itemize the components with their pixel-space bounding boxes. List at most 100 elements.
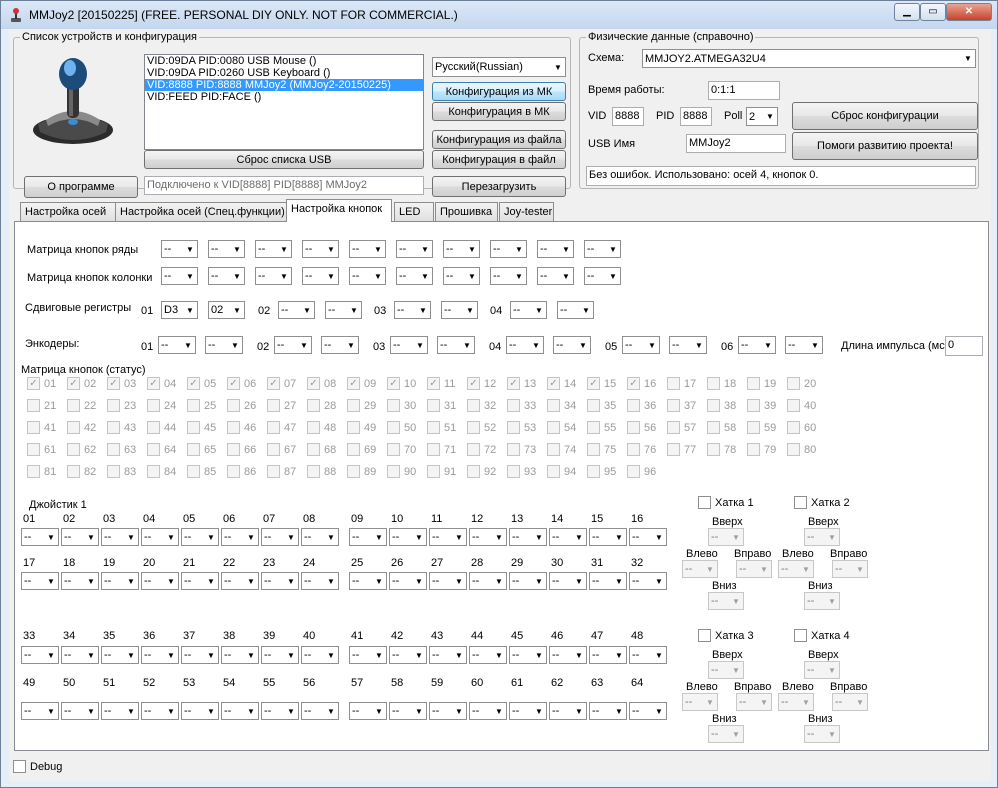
joystick-button-select[interactable]: -- ▼ — [349, 572, 387, 590]
matrix-row-select[interactable]: -- ▼ — [396, 240, 433, 258]
joystick-button-select[interactable]: -- ▼ — [61, 528, 99, 546]
shift-register-select-b[interactable]: 02 ▼ — [208, 301, 245, 319]
joystick-button-select[interactable]: -- ▼ — [429, 528, 467, 546]
joystick-button-select[interactable]: -- ▼ — [301, 528, 339, 546]
device-list[interactable]: VID:09DA PID:0080 USB Mouse () VID:09DA P… — [144, 54, 424, 150]
hat-4-checkbox[interactable]: Хатка 4 — [794, 629, 850, 642]
matrix-col-select[interactable]: -- ▼ — [443, 267, 480, 285]
joystick-button-select[interactable]: -- ▼ — [181, 528, 219, 546]
tab-2[interactable]: Настройка осей (Спец.функции) — [115, 202, 287, 221]
matrix-row-select[interactable]: -- ▼ — [208, 240, 245, 258]
device-list-item[interactable]: VID:09DA PID:0080 USB Mouse () — [145, 55, 423, 67]
encoder-select-a[interactable]: -- ▼ — [622, 336, 660, 354]
joystick-button-select[interactable]: -- ▼ — [629, 572, 667, 590]
reboot-button[interactable]: Перезагрузить — [432, 176, 566, 197]
joystick-button-select[interactable]: -- ▼ — [21, 646, 59, 664]
config-from-file-button[interactable]: Конфигурация из файла — [432, 130, 566, 149]
hat-down-select[interactable]: -- ▼ — [804, 725, 840, 743]
joystick-button-select[interactable]: -- ▼ — [101, 646, 139, 664]
shift-register-select-b[interactable]: -- ▼ — [325, 301, 362, 319]
joystick-button-select[interactable]: -- ▼ — [221, 646, 259, 664]
matrix-col-select[interactable]: -- ▼ — [349, 267, 386, 285]
debug-checkbox[interactable]: Debug — [13, 760, 62, 773]
checkbox-box[interactable] — [698, 496, 711, 509]
matrix-col-select[interactable]: -- ▼ — [490, 267, 527, 285]
joystick-button-select[interactable]: -- ▼ — [629, 646, 667, 664]
hat-left-select[interactable]: -- ▼ — [682, 560, 718, 578]
hat-down-select[interactable]: -- ▼ — [708, 592, 744, 610]
shift-register-select-a[interactable]: D3 ▼ — [161, 301, 198, 319]
matrix-row-select[interactable]: -- ▼ — [584, 240, 621, 258]
joystick-button-select[interactable]: -- ▼ — [261, 572, 299, 590]
joystick-button-select[interactable]: -- ▼ — [221, 528, 259, 546]
joystick-button-select[interactable]: -- ▼ — [101, 572, 139, 590]
joystick-button-select[interactable]: -- ▼ — [389, 528, 427, 546]
joystick-button-select[interactable]: -- ▼ — [549, 572, 587, 590]
joystick-button-select[interactable]: -- ▼ — [349, 702, 387, 720]
hat-2-checkbox[interactable]: Хатка 2 — [794, 496, 850, 509]
matrix-col-select[interactable]: -- ▼ — [208, 267, 245, 285]
hat-right-select[interactable]: -- ▼ — [736, 693, 772, 711]
vid-field[interactable]: 8888 — [612, 107, 644, 126]
joystick-button-select[interactable]: -- ▼ — [589, 528, 627, 546]
matrix-row-select[interactable]: -- ▼ — [349, 240, 386, 258]
shift-register-select-b[interactable]: -- ▼ — [557, 301, 594, 319]
usb-name-field[interactable]: MMJoy2 — [686, 134, 786, 153]
joystick-button-select[interactable]: -- ▼ — [141, 572, 179, 590]
pulse-length-field[interactable]: 0 — [945, 336, 983, 356]
joystick-button-select[interactable]: -- ▼ — [21, 528, 59, 546]
joystick-button-select[interactable]: -- ▼ — [261, 702, 299, 720]
joystick-button-select[interactable]: -- ▼ — [389, 646, 427, 664]
language-select[interactable]: Русский(Russian) ▼ — [432, 57, 566, 77]
joystick-button-select[interactable]: -- ▼ — [389, 572, 427, 590]
help-project-button[interactable]: Помоги развитию проекта! — [792, 132, 978, 160]
encoder-select-b[interactable]: -- ▼ — [553, 336, 591, 354]
hat-left-select[interactable]: -- ▼ — [778, 560, 814, 578]
matrix-col-select[interactable]: -- ▼ — [537, 267, 574, 285]
joystick-button-select[interactable]: -- ▼ — [429, 702, 467, 720]
joystick-button-select[interactable]: -- ▼ — [349, 646, 387, 664]
device-list-item[interactable]: VID:FEED PID:FACE () — [145, 91, 423, 103]
joystick-button-select[interactable]: -- ▼ — [301, 572, 339, 590]
matrix-col-select[interactable]: -- ▼ — [584, 267, 621, 285]
joystick-button-select[interactable]: -- ▼ — [61, 572, 99, 590]
joystick-button-select[interactable]: -- ▼ — [509, 528, 547, 546]
joystick-button-select[interactable]: -- ▼ — [181, 646, 219, 664]
pid-field[interactable]: 8888 — [680, 107, 712, 126]
close-button[interactable]: ✕ — [946, 3, 992, 21]
tab-1[interactable]: Настройка осей — [20, 202, 116, 221]
joystick-button-select[interactable]: -- ▼ — [509, 572, 547, 590]
joystick-button-select[interactable]: -- ▼ — [221, 572, 259, 590]
hat-right-select[interactable]: -- ▼ — [736, 560, 772, 578]
joystick-button-select[interactable]: -- ▼ — [629, 702, 667, 720]
encoder-select-b[interactable]: -- ▼ — [669, 336, 707, 354]
matrix-row-select[interactable]: -- ▼ — [255, 240, 292, 258]
hat-up-select[interactable]: -- ▼ — [708, 528, 744, 546]
joystick-button-select[interactable]: -- ▼ — [221, 702, 259, 720]
matrix-col-select[interactable]: -- ▼ — [255, 267, 292, 285]
about-button[interactable]: О программе — [24, 176, 138, 198]
matrix-row-select[interactable]: -- ▼ — [302, 240, 339, 258]
joystick-button-select[interactable]: -- ▼ — [141, 702, 179, 720]
encoder-select-b[interactable]: -- ▼ — [785, 336, 823, 354]
matrix-row-select[interactable]: -- ▼ — [490, 240, 527, 258]
matrix-col-select[interactable]: -- ▼ — [302, 267, 339, 285]
joystick-button-select[interactable]: -- ▼ — [469, 572, 507, 590]
hat-up-select[interactable]: -- ▼ — [708, 661, 744, 679]
tab-5[interactable]: Прошивка — [435, 202, 498, 221]
checkbox-box[interactable] — [794, 496, 807, 509]
shift-register-select-a[interactable]: -- ▼ — [510, 301, 547, 319]
encoder-select-a[interactable]: -- ▼ — [506, 336, 544, 354]
joystick-button-select[interactable]: -- ▼ — [349, 528, 387, 546]
hat-right-select[interactable]: -- ▼ — [832, 560, 868, 578]
encoder-select-a[interactable]: -- ▼ — [274, 336, 312, 354]
reset-config-button[interactable]: Сброс конфигурации — [792, 102, 978, 130]
matrix-row-select[interactable]: -- ▼ — [443, 240, 480, 258]
config-from-mk-button[interactable]: Конфигурация из МК — [432, 82, 566, 101]
hat-3-checkbox[interactable]: Хатка 3 — [698, 629, 754, 642]
encoder-select-a[interactable]: -- ▼ — [390, 336, 428, 354]
config-to-mk-button[interactable]: Конфигурация в МК — [432, 102, 566, 121]
matrix-col-select[interactable]: -- ▼ — [396, 267, 433, 285]
joystick-button-select[interactable]: -- ▼ — [301, 702, 339, 720]
joystick-button-select[interactable]: -- ▼ — [469, 702, 507, 720]
